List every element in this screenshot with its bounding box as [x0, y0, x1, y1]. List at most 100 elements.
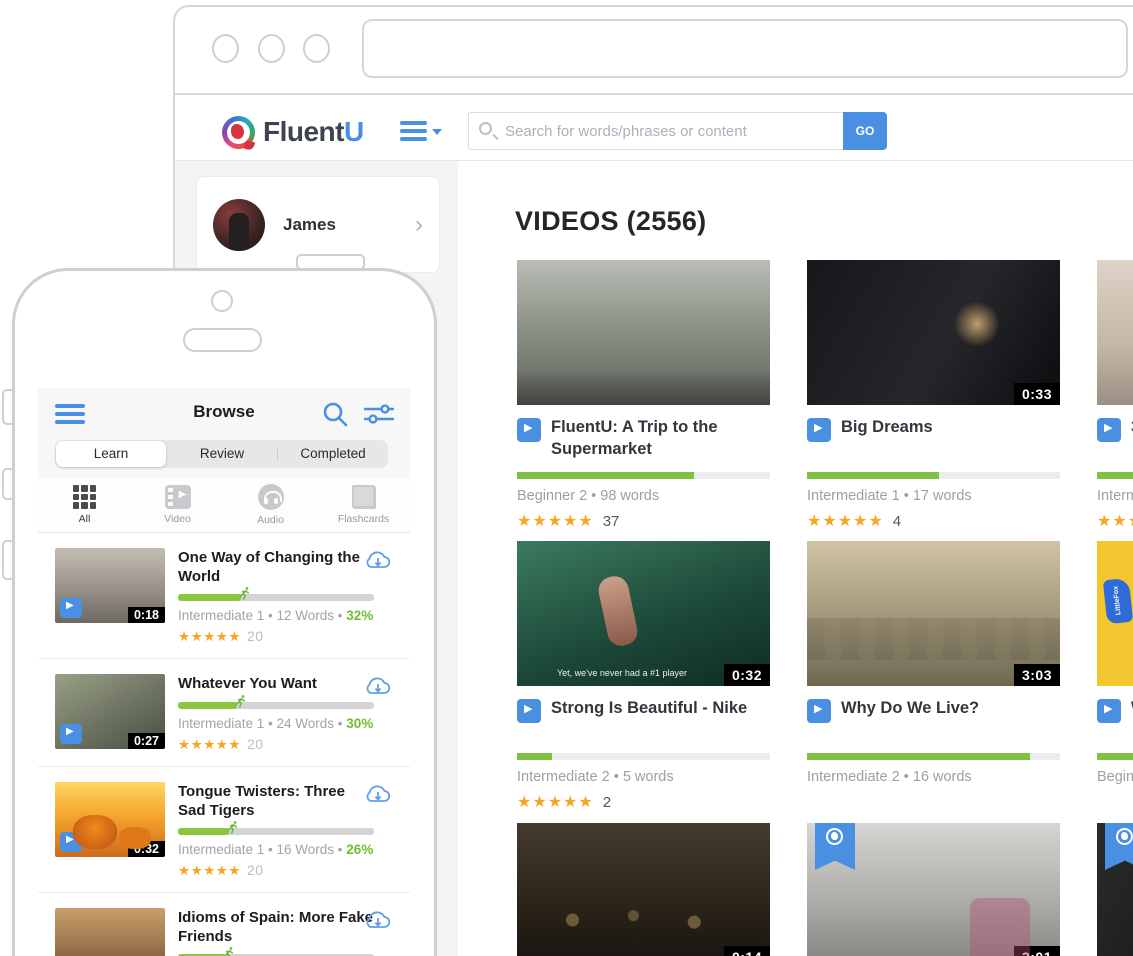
rating-count: 4 [893, 513, 901, 530]
rating: ★★★★★20 [178, 862, 391, 879]
stars: ★★★ [1097, 513, 1133, 530]
progress-bar [1097, 753, 1133, 760]
logo-text: FluentU [263, 116, 364, 148]
video-thumbnail[interactable]: 3:03 [807, 541, 1060, 686]
video-title[interactable]: Why Do We Live? [841, 698, 979, 720]
video-title[interactable]: Tongue Twisters: Three Sad Tigers [178, 782, 374, 820]
flashcards-icon [352, 485, 376, 509]
play-icon[interactable] [60, 598, 82, 618]
play-icon[interactable] [517, 418, 541, 442]
video-thumbnail[interactable]: 0:33 [807, 260, 1060, 405]
filter-audio[interactable]: Audio [224, 478, 317, 532]
video-thumbnail[interactable]: 0:32 [55, 782, 165, 857]
video-thumbnail[interactable] [517, 260, 770, 405]
video-thumbnail[interactable]: 0:18 [55, 908, 165, 956]
url-bar[interactable] [362, 19, 1128, 78]
play-icon[interactable] [1097, 418, 1121, 442]
phone-screen: Browse Learn Review Completed All Video [38, 388, 410, 956]
video-meta: Beginner 2 • 98 words [517, 488, 770, 504]
video-title[interactable]: Big Dreams [841, 417, 933, 439]
stars: ★★★★★ [517, 513, 594, 530]
list-item[interactable]: 0:27 Whatever You Want Intermediate 1 • … [38, 659, 410, 766]
duration-badge: 0:33 [1014, 383, 1060, 405]
runner-icon [233, 694, 248, 714]
search-input[interactable] [468, 112, 843, 150]
progress-percent: 26% [346, 842, 373, 857]
video-icon [165, 485, 191, 509]
video-card-partial [1097, 823, 1133, 956]
runner-icon [221, 946, 236, 956]
progress-bar [178, 828, 374, 835]
video-thumbnail[interactable] [1097, 260, 1133, 405]
app-title: Browse [38, 402, 410, 422]
fluentu-ribbon-badge [815, 823, 855, 870]
video-grid: FluentU: A Trip to the Supermarket Begin… [517, 260, 1133, 956]
page-title: VIDEOS (2556) [515, 206, 706, 237]
app-search-icon[interactable] [322, 401, 348, 427]
video-meta: Begin [1097, 769, 1133, 785]
video-title[interactable]: FluentU: A Trip to the Supermarket [551, 417, 770, 461]
app-header: Browse Learn Review Completed [38, 388, 410, 478]
play-icon[interactable] [517, 699, 541, 723]
progress-bar [1097, 472, 1133, 479]
duration-badge: 0:27 [128, 733, 165, 749]
play-icon[interactable] [807, 699, 831, 723]
video-thumbnail[interactable]: 3:01 [807, 823, 1060, 956]
play-icon[interactable] [60, 832, 82, 852]
play-icon[interactable] [1097, 699, 1121, 723]
video-title[interactable]: Whatever You Want [178, 674, 374, 693]
user-name: James [283, 215, 336, 235]
runner-icon [237, 586, 252, 606]
download-cloud-icon[interactable] [363, 548, 393, 577]
duration-badge: 0:18 [128, 607, 165, 623]
progress-percent: 30% [346, 716, 373, 731]
video-thumbnail[interactable]: 0:14 [517, 823, 770, 956]
nav-menu-button[interactable] [400, 121, 444, 145]
video-title[interactable]: One Way of Changing the World [178, 548, 374, 586]
fluentu-logo[interactable]: FluentU [222, 114, 364, 150]
video-meta: Intermediate 1 • 16 Words • 26% [178, 842, 391, 857]
play-icon[interactable] [60, 724, 82, 744]
tab-review[interactable]: Review [167, 440, 277, 468]
video-thumbnail[interactable]: LittleFox [1097, 541, 1133, 686]
video-card: 3:01 [807, 823, 1060, 956]
list-item[interactable]: 0:32 Tongue Twisters: Three Sad Tigers I… [38, 767, 410, 893]
window-control-1[interactable] [212, 34, 239, 63]
video-card-partial: 3 Interm ★★★ [1097, 260, 1133, 531]
list-item[interactable]: 0:18 One Way of Changing the World Inter… [38, 533, 410, 659]
video-thumbnail[interactable] [1097, 823, 1133, 956]
video-title[interactable]: Strong Is Beautiful - Nike [551, 698, 747, 720]
rating: ★★★ [1097, 511, 1133, 531]
go-button[interactable]: GO [843, 112, 887, 150]
rating-count: 20 [247, 736, 264, 752]
tab-learn[interactable]: Learn [56, 441, 166, 467]
video-card: 3:03 Why Do We Live? Intermediate 2 • 16… [807, 541, 1060, 785]
download-cloud-icon[interactable] [363, 782, 393, 811]
video-card: Yet, we've never had a #1 player 0:32 St… [517, 541, 770, 812]
video-meta: Interm [1097, 488, 1133, 504]
play-icon[interactable] [807, 418, 831, 442]
phone-speaker [183, 328, 262, 352]
window-control-3[interactable] [303, 34, 330, 63]
download-cloud-icon[interactable] [363, 674, 393, 703]
video-thumbnail[interactable]: Yet, we've never had a #1 player 0:32 [517, 541, 770, 686]
rating: ★★★★★20 [178, 628, 391, 645]
window-control-2[interactable] [258, 34, 285, 63]
tab-bar: Learn Review Completed [55, 440, 388, 468]
globe-icon [1116, 828, 1133, 845]
video-card: FluentU: A Trip to the Supermarket Begin… [517, 260, 770, 531]
tab-completed[interactable]: Completed [278, 440, 388, 468]
list-item[interactable]: 0:18 Idioms of Spain: More Fake Friends … [38, 893, 410, 956]
filter-all[interactable]: All [38, 478, 131, 532]
video-title[interactable]: Idioms of Spain: More Fake Friends [178, 908, 374, 946]
filter-flashcards[interactable]: Flashcards [317, 478, 410, 532]
video-thumbnail[interactable]: 0:27 [55, 674, 165, 749]
filter-video[interactable]: Video [131, 478, 224, 532]
stars: ★★★★★ [178, 629, 241, 644]
rating-count: 2 [603, 794, 611, 811]
search-bar: GO [468, 112, 887, 150]
video-meta: Intermediate 1 • 17 words [807, 488, 1060, 504]
download-cloud-icon[interactable] [363, 908, 393, 937]
video-thumbnail[interactable]: 0:18 [55, 548, 165, 623]
filter-sliders-icon[interactable] [364, 402, 394, 426]
